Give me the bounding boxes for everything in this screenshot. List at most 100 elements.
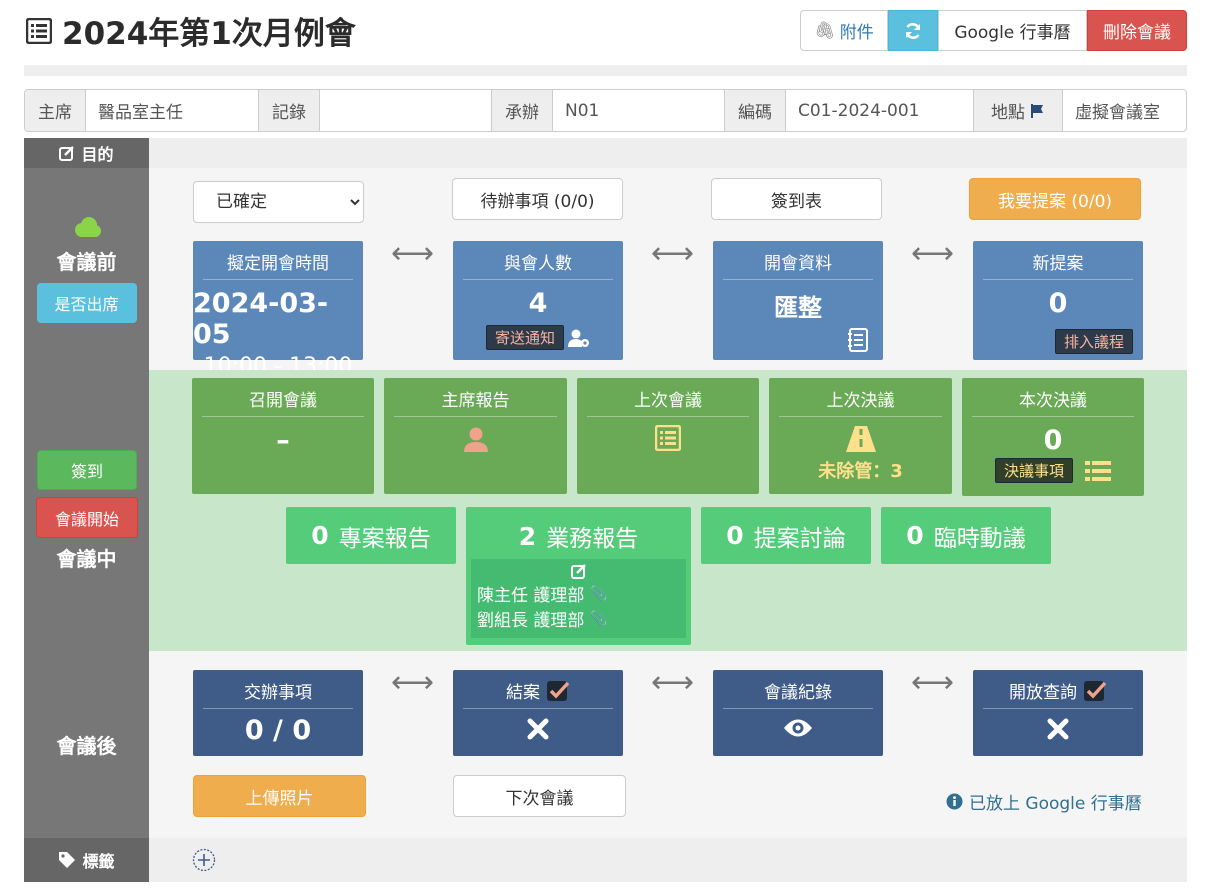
- edit-icon: [59, 146, 75, 161]
- convene-card[interactable]: 召開會議 –: [192, 378, 374, 494]
- signin-sheet-button[interactable]: 簽到表: [711, 178, 882, 220]
- location-label-text: 地點: [991, 103, 1025, 123]
- next-meeting-button[interactable]: 下次會議: [453, 775, 626, 817]
- extempore-label: 臨時動議: [933, 525, 1026, 552]
- proposal-discussion-button[interactable]: 0 提案討論: [701, 507, 871, 564]
- open-query-card[interactable]: 開放查詢: [973, 670, 1143, 756]
- close-icon: [527, 718, 549, 740]
- assign-card[interactable]: 交辦事項 0 / 0: [193, 670, 363, 756]
- project-report-button[interactable]: 0 專案報告: [286, 507, 456, 564]
- business-report-button[interactable]: 2 業務報告 陳主任 護理部 📎 劉組長 護理部 📎: [466, 507, 691, 645]
- attend-button[interactable]: 是否出席: [36, 282, 137, 323]
- checkbox-checked-icon[interactable]: [1083, 680, 1107, 702]
- paperclip-icon[interactable]: 📎: [590, 611, 607, 627]
- cloud-icon: [74, 216, 101, 237]
- send-notify-button[interactable]: 寄送通知: [485, 325, 564, 350]
- meeting-start-button[interactable]: 會議開始: [36, 497, 138, 538]
- add-to-agenda-button[interactable]: 排入議程: [1054, 329, 1133, 354]
- material-card[interactable]: 開會資料 匯整: [713, 241, 883, 360]
- paperclip-icon[interactable]: 📎: [590, 586, 607, 602]
- last-meeting-card[interactable]: 上次會議: [577, 378, 759, 494]
- purpose-field[interactable]: [149, 138, 1187, 168]
- upload-photo-button[interactable]: 上傳照片: [193, 775, 366, 817]
- assign-title: 交辦事項: [203, 670, 353, 709]
- edit-icon[interactable]: [570, 563, 587, 579]
- tag-icon: [59, 852, 76, 868]
- attach-label: 附件: [839, 23, 874, 43]
- todo-button[interactable]: 待辦事項 (0/0): [452, 178, 623, 220]
- material-title: 開會資料: [723, 241, 873, 280]
- meeting-time-title: 擬定開會時間: [203, 241, 353, 280]
- arrow-horizontal-icon: ⟷: [391, 665, 435, 700]
- toolbar: 🖇 附件 Google 行事曆 刪除會議: [800, 10, 1187, 51]
- chair-field[interactable]: 醫品室主任: [86, 90, 259, 131]
- page-title: 2024年第1次月例會: [26, 8, 356, 53]
- list-bullets-icon[interactable]: [1085, 460, 1111, 482]
- extempore-button[interactable]: 0 臨時動議: [881, 507, 1051, 564]
- location-label: 地點: [974, 90, 1063, 131]
- close-icon: [1047, 718, 1069, 740]
- business-report-label: 業務報告: [546, 526, 639, 552]
- tags-label: 標籤: [82, 852, 115, 871]
- flag-icon: [1031, 103, 1043, 118]
- list-icon: [26, 17, 52, 44]
- code-field[interactable]: C01-2024-001: [786, 90, 974, 131]
- arrow-horizontal-icon: ⟷: [651, 665, 695, 700]
- recorder-field[interactable]: [320, 90, 492, 131]
- gcal-status: 已放上 Google 行事曆: [946, 789, 1142, 814]
- material-value: 匯整: [774, 294, 822, 322]
- signin-button[interactable]: 簽到: [37, 450, 137, 490]
- resolution-items-button[interactable]: 決議事項: [994, 458, 1073, 483]
- open-query-title: 開放查詢: [1009, 683, 1077, 703]
- gcal-status-text: 已放上 Google 行事曆: [969, 794, 1142, 814]
- purpose-header: 目的: [24, 138, 149, 168]
- close-case-title: 結案: [506, 683, 540, 703]
- arrow-horizontal-icon: ⟷: [391, 236, 435, 271]
- before-label: 會議前: [56, 249, 117, 274]
- eye-icon: [784, 719, 812, 737]
- paperclip-icon: 🖇: [814, 20, 836, 41]
- propose-button[interactable]: 我要提案 (0/0): [969, 178, 1141, 220]
- add-tag-icon[interactable]: [192, 848, 216, 872]
- attach-button[interactable]: 🖇 附件: [800, 10, 888, 51]
- attendee-card[interactable]: 與會人數 4 寄送通知: [453, 241, 623, 360]
- user-icon: [463, 427, 488, 452]
- recorder-label: 記錄: [259, 90, 320, 131]
- list-item: 劉組長 護理部 📎: [477, 606, 608, 632]
- this-resolution-count: 0: [1043, 425, 1063, 456]
- organizer-field[interactable]: N01: [553, 90, 725, 131]
- last-resolution-card[interactable]: 上次決議 未除管：3: [769, 378, 952, 494]
- business-report-count: 2: [518, 521, 537, 551]
- this-resolution-card[interactable]: 本次決議 0 決議事項: [962, 378, 1144, 496]
- arrow-horizontal-icon: ⟷: [651, 236, 695, 271]
- notebook-icon: [848, 328, 868, 352]
- sync-button[interactable]: [888, 10, 938, 51]
- this-resolution-title: 本次決議: [972, 378, 1134, 417]
- code-label: 編碼: [725, 90, 786, 131]
- chair-report-title: 主席報告: [394, 378, 557, 417]
- proposal-discussion-count: 0: [726, 521, 744, 550]
- close-case-card[interactable]: 結案: [453, 670, 623, 756]
- top-divider: [24, 65, 1187, 76]
- minutes-title: 會議紀錄: [723, 670, 873, 709]
- status-select[interactable]: 已確定: [193, 181, 364, 223]
- page-title-text: 2024年第1次月例會: [62, 16, 356, 52]
- convene-value: –: [276, 425, 290, 456]
- last-meeting-title: 上次會議: [587, 378, 749, 417]
- chair-report-card[interactable]: 主席報告: [384, 378, 567, 494]
- checkbox-checked-icon[interactable]: [546, 680, 570, 702]
- meeting-time-card[interactable]: 擬定開會時間 2024-03-05 10:00 - 13:00: [193, 241, 363, 379]
- report-entry-1: 陳主任 護理部: [477, 586, 585, 606]
- new-proposal-title: 新提案: [983, 241, 1133, 280]
- location-field[interactable]: 虛擬會議室: [1063, 90, 1186, 131]
- report-entry-2: 劉組長 護理部: [477, 611, 585, 631]
- google-calendar-button[interactable]: Google 行事曆: [938, 10, 1087, 51]
- user-settings-icon[interactable]: [568, 328, 590, 348]
- info-icon: [946, 793, 963, 810]
- minutes-card[interactable]: 會議紀錄: [713, 670, 883, 756]
- new-proposal-card[interactable]: 新提案 0 排入議程: [973, 241, 1143, 360]
- meeting-info-bar: 主席 醫品室主任 記錄 承辦 N01 編碼 C01-2024-001 地點 虛擬…: [24, 89, 1187, 132]
- delete-meeting-button[interactable]: 刪除會議: [1087, 10, 1187, 51]
- list-icon: [655, 425, 681, 451]
- tags-header: 標籤: [24, 838, 149, 882]
